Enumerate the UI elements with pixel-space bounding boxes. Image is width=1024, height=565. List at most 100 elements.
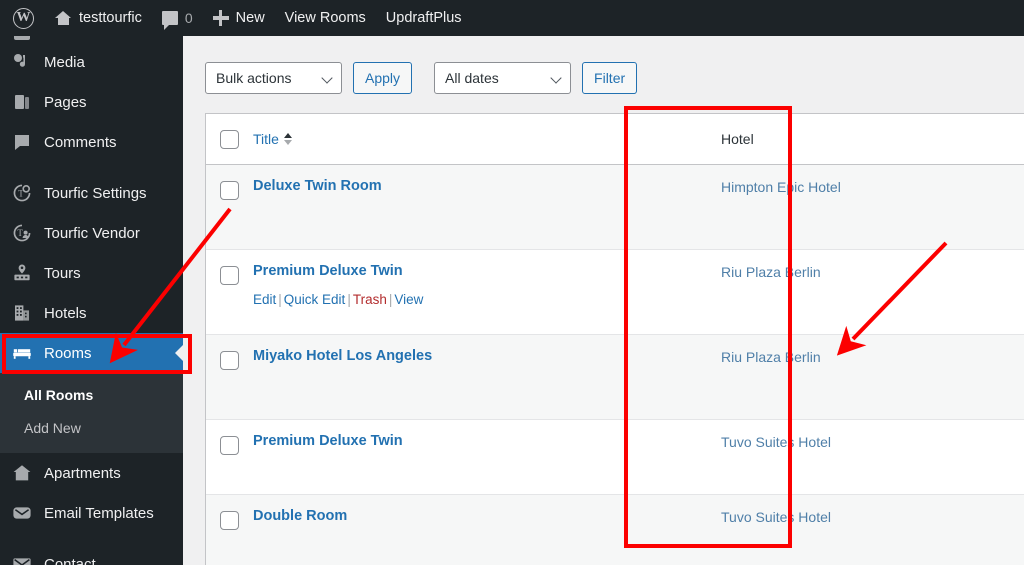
filter-button[interactable]: Filter — [582, 62, 638, 94]
column-header-title-label: Title — [253, 131, 279, 147]
pages-icon — [12, 92, 32, 112]
admin-sidebar-menu: Media Pages Comments T Tourfic Settings — [0, 36, 183, 565]
table-row: Miyako Hotel Los Angeles Riu Plaza Berli… — [206, 335, 1024, 420]
column-header-hotel-label: Hotel — [721, 131, 754, 147]
row-checkbox[interactable] — [220, 436, 239, 455]
table-row: Deluxe Twin Room Himpton Epic Hotel — [206, 165, 1024, 250]
date-filter-select[interactable]: All dates — [434, 62, 572, 94]
sidebar-item-add-new-room[interactable]: Add New — [0, 412, 183, 445]
room-title-link[interactable]: Double Room — [253, 507, 721, 527]
screen-root: testtourfic 0 New View Rooms UpdraftPlus… — [0, 0, 1024, 565]
row-hotel-cell: Tuvo Suites Hotel — [721, 495, 919, 527]
row-title-cell: Double Room — [253, 495, 721, 541]
view-rooms-link[interactable]: View Rooms — [275, 0, 376, 36]
room-title-link[interactable]: Premium Deluxe Twin — [253, 262, 721, 282]
sidebar-separator — [0, 162, 183, 173]
chevron-down-icon — [323, 75, 332, 84]
trash-link[interactable]: Trash — [353, 292, 387, 307]
site-name-label: testtourfic — [79, 9, 142, 26]
sidebar-item-tourfic-vendor[interactable]: T Tourfic Vendor — [0, 213, 183, 253]
sidebar-item-contact[interactable]: Contact — [0, 544, 183, 565]
wordpress-logo-button[interactable] — [0, 0, 45, 36]
wordpress-logo-icon — [13, 7, 34, 29]
view-rooms-label: View Rooms — [284, 9, 366, 26]
comment-bubble-icon — [161, 11, 178, 30]
sidebar-item-tours[interactable]: Tours — [0, 253, 183, 293]
new-content-menu[interactable]: New — [203, 0, 275, 36]
bulk-actions-value: Bulk actions — [216, 70, 292, 86]
room-title-link[interactable]: Deluxe Twin Room — [253, 177, 721, 197]
comments-bubble-menu[interactable]: 0 — [152, 0, 203, 36]
apartments-home-icon — [12, 463, 32, 483]
row-checkbox[interactable] — [220, 351, 239, 370]
sidebar-item-pages[interactable]: Pages — [0, 82, 183, 122]
hotel-link[interactable]: Riu Plaza Berlin — [721, 349, 821, 365]
site-name-menu[interactable]: testtourfic — [45, 0, 152, 36]
sidebar-item-label: Tourfic Vendor — [44, 224, 140, 242]
sidebar-item-media[interactable]: Media — [0, 42, 183, 82]
rooms-list-table: Title Hotel Deluxe Twin Room Himpton Epi… — [205, 113, 1024, 565]
hotels-icon — [12, 303, 32, 323]
hotel-link[interactable]: Tuvo Suites Hotel — [721, 434, 831, 450]
edit-link[interactable]: Edit — [253, 292, 276, 307]
sidebar-item-all-rooms[interactable]: All Rooms — [0, 379, 183, 412]
sidebar-item-label: Email Templates — [44, 504, 154, 522]
updraftplus-menu[interactable]: UpdraftPlus — [376, 0, 472, 36]
contact-envelope-icon — [12, 554, 32, 565]
sidebar-item-label: Contact — [44, 555, 96, 565]
sidebar-item-apartments[interactable]: Apartments — [0, 453, 183, 493]
row-hotel-cell: Himpton Epic Hotel — [721, 165, 919, 197]
sort-arrows-icon[interactable] — [283, 133, 292, 145]
hotel-link[interactable]: Tuvo Suites Hotel — [721, 509, 831, 525]
submenu-label: Add New — [24, 420, 81, 436]
table-row: Double Room Tuvo Suites Hotel — [206, 495, 1024, 565]
room-title-link[interactable]: Premium Deluxe Twin — [253, 432, 721, 452]
row-hotel-cell: Riu Plaza Berlin — [721, 250, 919, 282]
sidebar-item-label: Rooms — [44, 344, 92, 362]
action-separator: | — [278, 291, 282, 307]
comments-icon — [12, 132, 32, 152]
sidebar-item-email-templates[interactable]: Email Templates — [0, 493, 183, 533]
column-header-hotel[interactable]: Hotel — [721, 131, 919, 147]
sidebar-item-label: Tourfic Settings — [44, 184, 147, 202]
admin-content-area: Bulk actions Apply All dates Filter Titl… — [183, 36, 1024, 565]
sidebar-item-tourfic-settings[interactable]: T Tourfic Settings — [0, 173, 183, 213]
sidebar-item-label: Tours — [44, 264, 81, 282]
bulk-actions-select[interactable]: Bulk actions — [205, 62, 342, 94]
row-select-cell — [206, 495, 253, 530]
column-header-title[interactable]: Title — [253, 131, 721, 147]
row-actions: Edit | Quick Edit | Trash | View — [253, 290, 721, 310]
apply-button[interactable]: Apply — [353, 62, 413, 94]
sidebar-item-comments[interactable]: Comments — [0, 122, 183, 162]
new-label: New — [235, 9, 265, 26]
row-select-cell — [206, 420, 253, 455]
row-title-cell: Deluxe Twin Room — [253, 165, 721, 211]
hotel-link[interactable]: Himpton Epic Hotel — [721, 179, 841, 195]
sidebar-separator-2 — [0, 533, 183, 544]
sidebar-item-label: Pages — [44, 93, 87, 111]
sidebar-item-label: Hotels — [44, 304, 87, 322]
select-all-checkbox[interactable] — [220, 129, 239, 149]
sidebar-item-label: Comments — [44, 133, 117, 151]
quick-edit-link[interactable]: Quick Edit — [284, 292, 346, 307]
row-checkbox[interactable] — [220, 181, 239, 200]
room-title-link[interactable]: Miyako Hotel Los Angeles — [253, 347, 721, 367]
row-hotel-cell: Tuvo Suites Hotel — [721, 420, 919, 452]
tours-icon — [12, 263, 32, 283]
row-select-cell — [206, 165, 253, 200]
row-checkbox[interactable] — [220, 511, 239, 530]
table-row: Premium Deluxe Twin Tuvo Suites Hotel — [206, 420, 1024, 495]
wp-admin-bar: testtourfic 0 New View Rooms UpdraftPlus — [0, 0, 1024, 36]
date-filter-value: All dates — [445, 70, 499, 86]
row-checkbox[interactable] — [220, 266, 239, 285]
comments-count: 0 — [184, 10, 193, 26]
sidebar-item-rooms[interactable]: Rooms — [0, 333, 183, 373]
table-row: Premium Deluxe Twin Edit | Quick Edit | Tras… — [206, 250, 1024, 335]
row-select-cell — [206, 250, 253, 285]
hotel-link[interactable]: Riu Plaza Berlin — [721, 264, 821, 280]
sidebar-item-hotels[interactable]: Hotels — [0, 293, 183, 333]
chevron-down-icon — [552, 75, 561, 84]
media-icon — [12, 52, 32, 72]
email-envelope-icon — [12, 503, 32, 523]
view-link[interactable]: View — [394, 292, 423, 307]
